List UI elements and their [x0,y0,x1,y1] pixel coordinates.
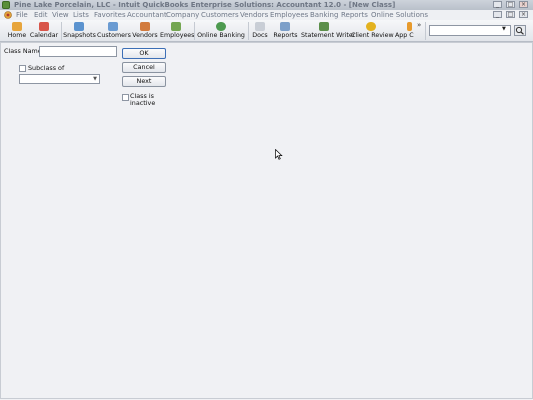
toolbar-label: Docs [252,32,268,39]
child-close-icon[interactable]: × [519,11,528,18]
subclass-of-checkbox[interactable] [19,65,26,72]
search-dropdown-arrow-icon[interactable]: ▼ [502,26,506,32]
subclass-of-dropdown[interactable]: ▼ [19,74,100,84]
menu-accountant[interactable]: Accountant [127,10,167,20]
toolbar-label: Home [7,32,27,39]
toolbar-divider [248,22,249,40]
next-button[interactable]: Next [122,76,166,87]
app-center-icon [407,22,412,31]
menu-favorites[interactable]: Favorites [94,10,126,20]
chevron-down-icon: ▼ [93,76,97,82]
menu-vendors[interactable]: Vendors [240,10,268,20]
toolbar-label: Customers [97,32,131,39]
class-name-input[interactable] [39,46,117,57]
menu-employees[interactable]: Employees [270,10,308,20]
menu-edit[interactable]: Edit [34,10,48,20]
toolbar-customers-button[interactable]: Customers [97,21,131,41]
vendors-icon [140,22,150,31]
close-icon[interactable]: × [519,1,528,8]
ok-button[interactable]: OK [122,48,166,59]
client-review-icon [366,22,376,31]
toolbar-docs-button[interactable]: Docs [251,21,269,41]
child-minimize-icon[interactable]: _ [493,11,502,18]
toolbar-divider [194,22,195,40]
toolbar-reports-button[interactable]: Reports [272,21,299,41]
toolbar-label: Snapshots [63,32,96,39]
magnifier-icon [515,26,524,35]
menu-banking[interactable]: Banking [310,10,338,20]
toolbar-label: Calendar [29,32,59,39]
menu-lists[interactable]: Lists [73,10,89,20]
quickbooks-app-icon[interactable] [2,1,10,9]
menu-view[interactable]: View [52,10,69,20]
menu-company[interactable]: Company [166,10,199,20]
toolbar-vendors-button[interactable]: Vendors [131,21,159,41]
toolbar-employees-button[interactable]: Employees [160,21,195,41]
statement-writer-icon [319,22,329,31]
menu-customers[interactable]: Customers [201,10,239,20]
search-company-input[interactable] [429,25,511,36]
employees-icon [171,22,181,31]
quickbooks-logo-icon[interactable] [4,11,12,19]
snapshots-icon [74,22,84,31]
class-name-label: Class Name [4,47,42,55]
menu-online-solutions[interactable]: Online Solutions [371,10,428,20]
cancel-button[interactable]: Cancel [122,62,166,73]
toolbar-calendar-button[interactable]: Calendar [29,21,59,41]
toolbar-app-center-button[interactable]: App C [395,21,416,41]
subclass-of-label: Subclass of [28,64,65,72]
toolbar-statement-writer-button[interactable]: Statement Writer [301,21,356,41]
search-button[interactable] [514,25,526,36]
toolbar-label: Client Review [351,32,394,39]
customers-icon [108,22,118,31]
online-banking-icon [216,22,226,31]
child-restore-icon[interactable]: □ [506,11,515,18]
form-frame [0,42,533,399]
toolbar-client-review-button[interactable]: Client Review [351,21,394,41]
toolbar-label: Vendors [132,32,158,39]
toolbar-snapshots-button[interactable]: Snapshots [63,21,96,41]
toolbar-online-banking-button[interactable]: Online Banking [197,21,245,41]
toolbar-label: Statement Writer [301,32,356,39]
toolbar-divider [61,22,62,40]
minimize-icon[interactable]: _ [493,1,502,8]
home-icon [12,22,22,31]
mouse-pointer-icon [275,149,283,160]
menu-reports[interactable]: Reports [341,10,368,20]
window-title: Pine Lake Porcelain, LLC - Intuit QuickB… [14,1,396,9]
toolbar-home-button[interactable]: Home [6,21,28,41]
menu-file[interactable]: File [16,10,28,20]
toolbar-label: Employees [160,32,195,39]
class-inactive-checkbox[interactable] [122,94,129,101]
toolbar-overflow-chevron-icon[interactable]: » [417,21,421,29]
class-inactive-label-line2: inactive [130,99,156,107]
docs-icon [255,22,265,31]
toolbar-label: Online Banking [197,32,245,39]
toolbar-divider [425,22,426,40]
restore-icon[interactable]: □ [506,1,515,8]
toolbar-label: Reports [273,32,298,39]
calendar-icon [39,22,49,31]
toolbar-label: App C [395,32,414,39]
reports-icon [280,22,290,31]
